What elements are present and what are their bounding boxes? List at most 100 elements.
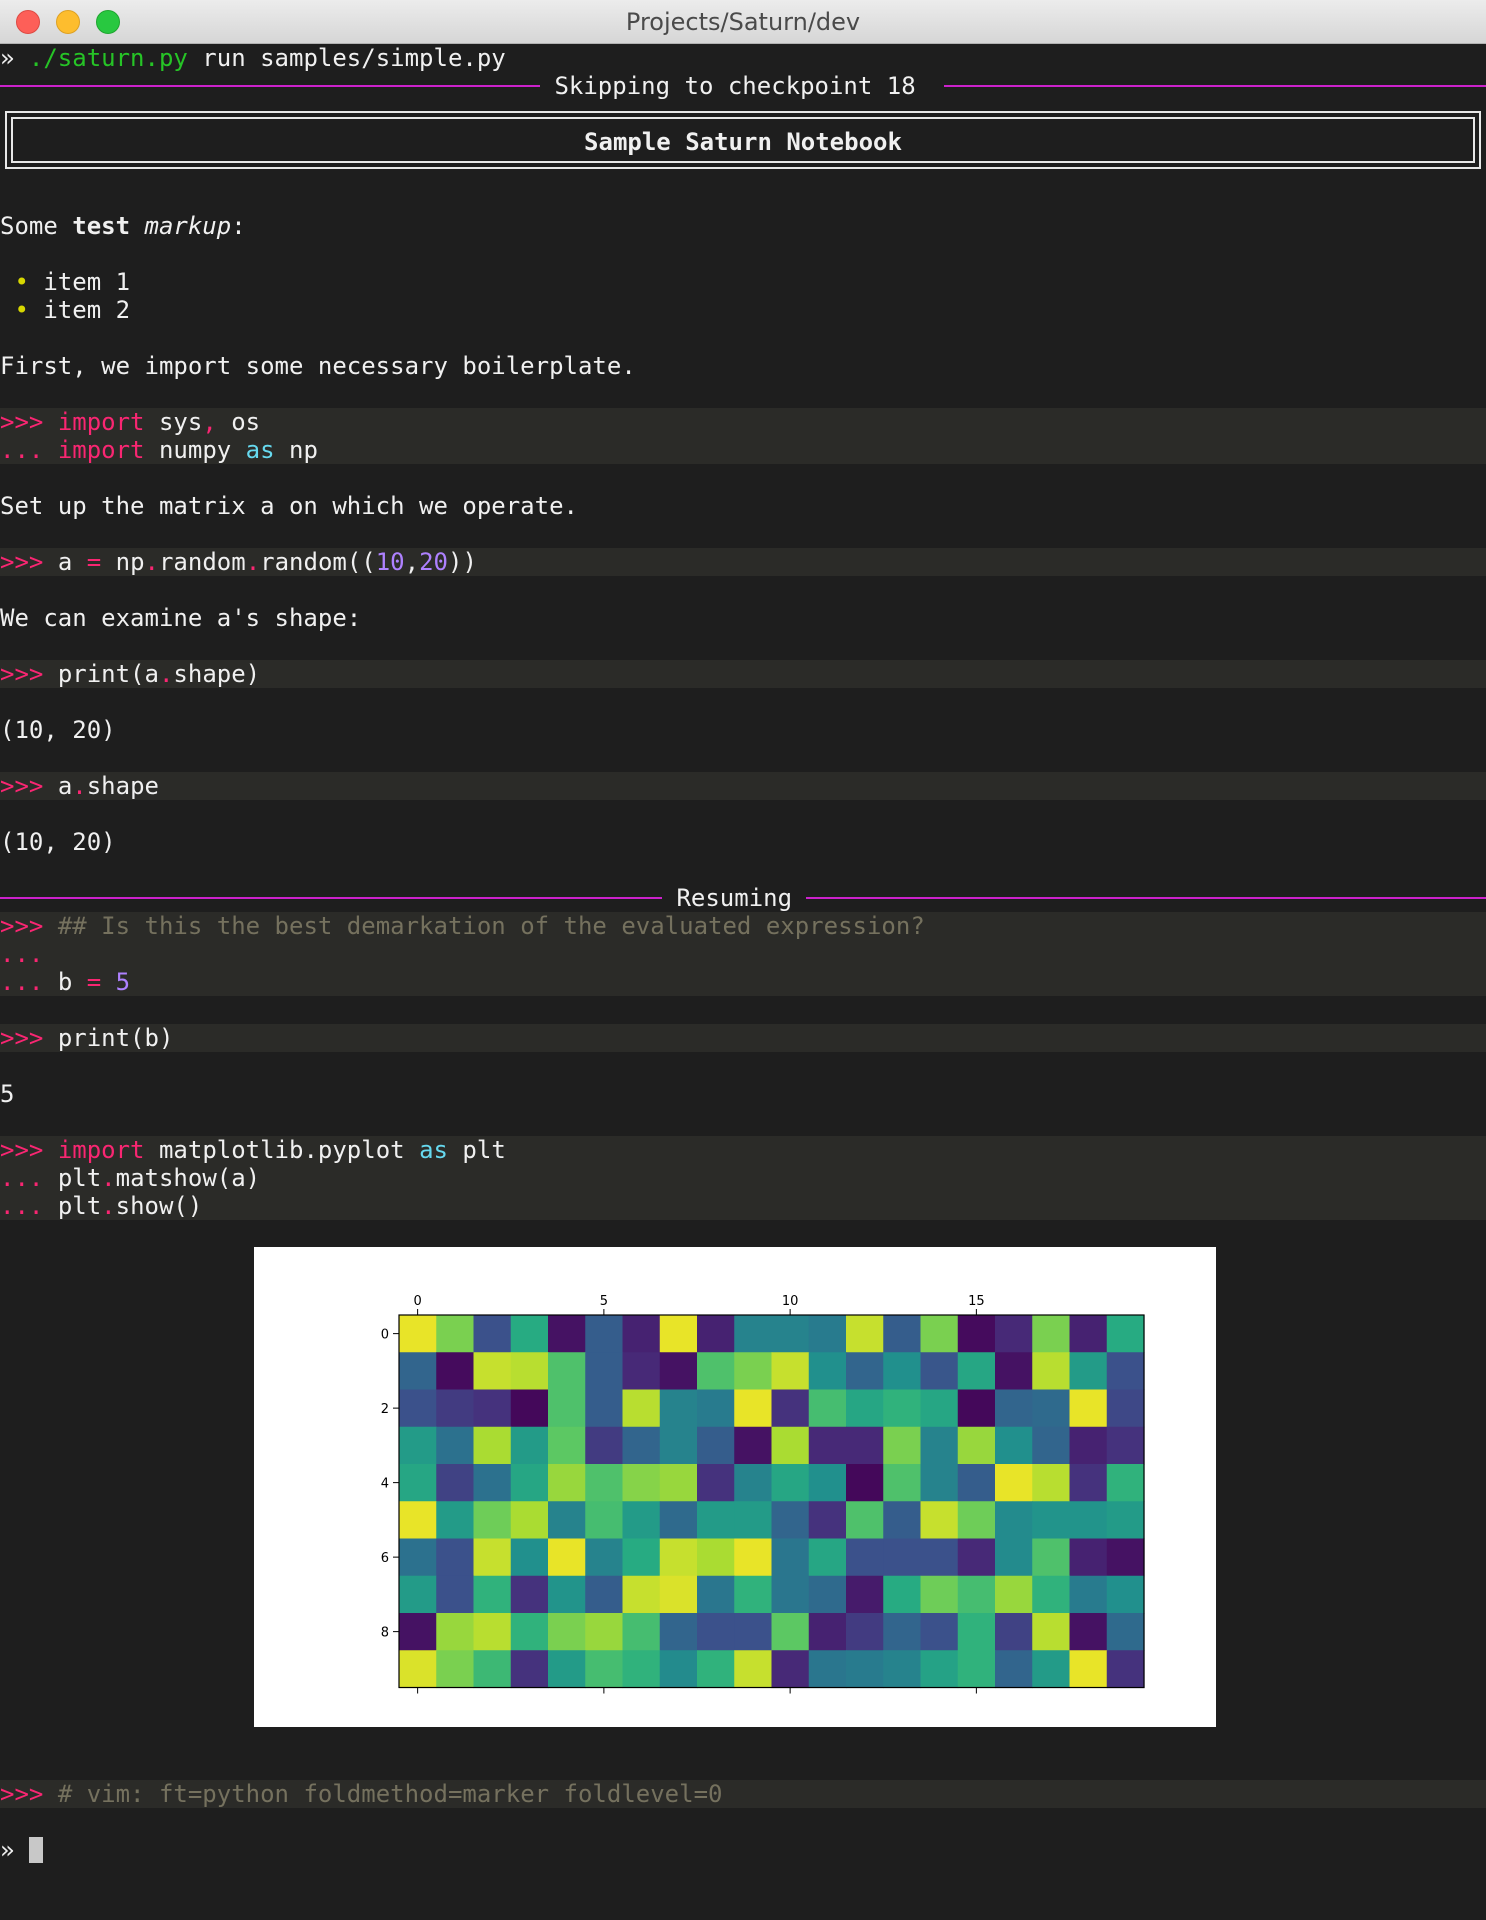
heatmap-cell	[697, 1613, 735, 1651]
heatmap-cell	[883, 1389, 922, 1428]
heatmap-cell	[1106, 1538, 1145, 1577]
code-line: ... import numpy as np	[0, 436, 1486, 464]
code-text: numpy	[144, 436, 246, 464]
heatmap-cell	[883, 1613, 922, 1651]
repl-prompt: >>>	[0, 1136, 44, 1164]
code-text: show()	[115, 1192, 203, 1220]
heatmap-cell	[510, 1464, 549, 1502]
heatmap-cell	[510, 1575, 549, 1614]
heatmap-cell	[734, 1538, 773, 1577]
code-operator: .	[158, 660, 174, 688]
resuming-banner: Resuming	[0, 884, 1486, 912]
heatmap-cell	[510, 1352, 549, 1391]
matshow-plot: 0 5 10 15 0 2 4 6 8	[254, 1247, 1216, 1727]
code-text: random((	[260, 548, 376, 576]
heatmap-cell	[548, 1538, 586, 1577]
heatmap-cell	[548, 1613, 586, 1651]
window-title: Projects/Saturn/dev	[625, 8, 861, 36]
code-operator: .	[72, 772, 87, 800]
heatmap-cell	[1106, 1613, 1145, 1651]
notebook-title: Sample Saturn Notebook	[11, 117, 1475, 163]
heatmap-cell	[436, 1426, 475, 1465]
heatmap-cell	[1106, 1464, 1145, 1502]
heatmap-cell	[808, 1575, 847, 1614]
heatmap-cell	[846, 1464, 884, 1502]
shell-prompt: »	[0, 1836, 15, 1864]
heatmap-cell	[622, 1315, 661, 1353]
heatmap-cell	[920, 1315, 959, 1353]
markup-paragraph: Some test markup:	[0, 212, 1486, 240]
code-text: a	[57, 772, 73, 800]
heatmap-cell	[957, 1315, 996, 1353]
heatmap-cell	[1069, 1389, 1108, 1428]
heatmap-cell	[622, 1389, 661, 1428]
heatmap-cell	[548, 1501, 586, 1540]
heatmap-cell	[659, 1575, 698, 1614]
number-literal: 5	[115, 968, 131, 996]
code-operator: .	[101, 1192, 116, 1220]
heatmap-cell	[920, 1575, 959, 1614]
code-operator: =	[86, 548, 102, 576]
code-line: ... plt.matshow(a)	[0, 1164, 1486, 1192]
heatmap-cell	[808, 1613, 847, 1651]
heatmap-cell	[1069, 1501, 1108, 1540]
heatmap-cell	[436, 1538, 475, 1577]
markup-colon: :	[231, 212, 246, 240]
heatmap-cell	[473, 1352, 512, 1391]
heatmap-cell	[585, 1352, 624, 1391]
code-text: shape	[86, 772, 159, 800]
resuming-banner-text: Resuming	[662, 884, 807, 912]
repl-prompt: >>>	[0, 1780, 44, 1808]
heatmap-cell	[808, 1464, 847, 1502]
heatmap-cell	[920, 1538, 959, 1577]
heatmap-cell	[1069, 1650, 1108, 1689]
heatmap-cell	[622, 1538, 661, 1577]
heatmap-cell	[883, 1650, 922, 1689]
code-operator: =	[86, 968, 102, 996]
heatmap-cell	[436, 1315, 475, 1353]
repl-continuation-prompt: ...	[0, 1164, 44, 1192]
heatmap-cell	[585, 1464, 624, 1502]
heatmap-cell	[995, 1501, 1033, 1540]
heatmap-cell	[697, 1426, 735, 1465]
heatmap-cell	[846, 1426, 884, 1465]
heatmap-cell	[846, 1650, 884, 1689]
heatmap-cell	[771, 1389, 810, 1428]
heatmap-cell	[995, 1650, 1033, 1689]
heatmap-cell	[846, 1575, 884, 1614]
heatmap-cell	[1069, 1613, 1108, 1651]
heatmap-cell	[399, 1352, 437, 1391]
shell-input-line[interactable]: »	[0, 1836, 1486, 1864]
heatmap-cell	[808, 1426, 847, 1465]
code-text: ))	[448, 548, 477, 576]
heatmap-cell	[771, 1575, 810, 1614]
heatmap-cell	[957, 1352, 996, 1391]
heatmap-cell	[659, 1501, 698, 1540]
heatmap-cell	[399, 1650, 437, 1689]
terminal-output[interactable]: » ./saturn.py run samples/simple.py Skip…	[0, 44, 1486, 1920]
y-tick-label: 6	[381, 1551, 389, 1566]
code-line: ... plt.show()	[0, 1192, 1486, 1220]
cell-output: (10, 20)	[0, 828, 116, 856]
heatmap-cell	[920, 1389, 959, 1428]
heatmap-cell	[957, 1389, 996, 1428]
heatmap-cell	[659, 1464, 698, 1502]
heatmap-cell	[957, 1426, 996, 1465]
heatmap-cell	[808, 1501, 847, 1540]
heatmap-cell	[548, 1389, 586, 1428]
code-line: >>> import sys, os	[0, 408, 1486, 436]
code-line: >>> a.shape	[0, 772, 1486, 800]
code-text: os	[216, 408, 261, 436]
heatmap-cell	[436, 1464, 475, 1502]
heatmap-cell	[771, 1613, 810, 1651]
heatmap-cell	[473, 1501, 512, 1540]
heatmap-cell	[510, 1613, 549, 1651]
heatmap-cell	[1106, 1650, 1145, 1689]
x-tick-label: 0	[413, 1294, 421, 1309]
heatmap-cell	[548, 1426, 586, 1465]
heatmap-cell	[734, 1464, 773, 1502]
code-line: >>> print(b)	[0, 1024, 1486, 1052]
heatmap-cell	[585, 1613, 624, 1651]
heatmap-cell	[473, 1426, 512, 1465]
heatmap-cell	[1069, 1315, 1108, 1353]
